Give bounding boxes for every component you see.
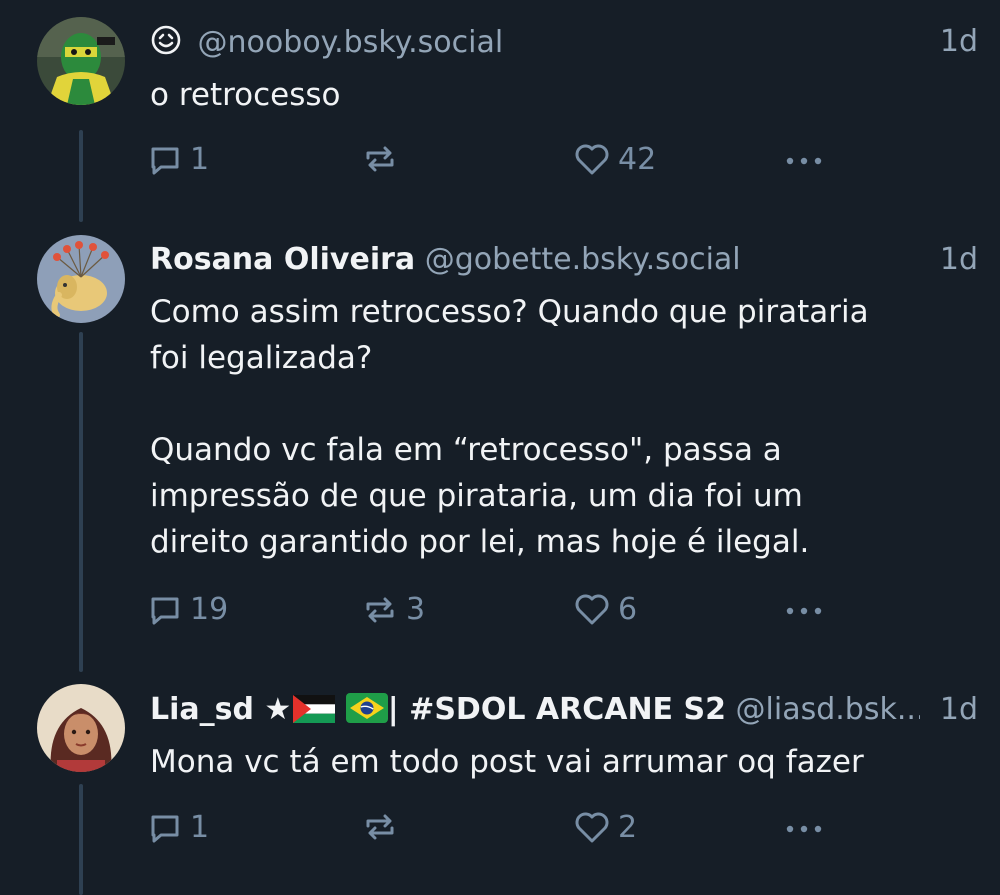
post-actions: 19 3 6: [0, 592, 1000, 632]
like-button[interactable]: 42: [574, 142, 656, 177]
post[interactable]: Rosana Oliveira @gobette.bsky.social 1d …: [0, 222, 1000, 672]
post-actions: 1 2: [0, 810, 1000, 850]
brazil-flag-icon: [345, 693, 388, 732]
post-text: Mona vc tá em todo post vai arrumar oq f…: [150, 744, 864, 780]
reply-count: 1: [190, 810, 210, 845]
post-text: o retrocesso: [150, 77, 341, 113]
author-handle[interactable]: @nooboy.bsky.social: [198, 25, 504, 60]
reply-icon: [151, 597, 179, 624]
ellipsis-icon: [786, 157, 822, 165]
author-display-name[interactable]: Lia_sd ★ | #SDOL ARCANE S2: [150, 692, 726, 727]
author-handle[interactable]: @gobette.bsky.social: [425, 242, 741, 277]
more-options-button[interactable]: [782, 142, 826, 176]
reply-button[interactable]: 1: [148, 810, 209, 845]
post-text: Como assim retrocesso? Quando que pirata…: [150, 294, 869, 560]
post-header: Rosana Oliveira @gobette.bsky.social: [150, 242, 920, 278]
like-button[interactable]: 6: [574, 592, 637, 627]
repost-icon: [366, 146, 394, 172]
post-header: Lia_sd ★ | #SDOL ARCANE S2 @liasd.bsk...: [150, 692, 920, 732]
more-options-button[interactable]: [782, 810, 826, 844]
illustrated-character-avatar: [37, 684, 125, 772]
reply-icon: [151, 815, 179, 842]
palestine-flag-icon: [293, 695, 336, 732]
post-time[interactable]: 1d: [940, 692, 978, 728]
ellipsis-icon: [786, 825, 822, 833]
author-display-name[interactable]: Rosana Oliveira: [150, 242, 415, 277]
post[interactable]: @nooboy.bsky.social 1d o retrocesso 1 42: [0, 0, 1000, 222]
post-actions: 1 42: [0, 142, 1000, 182]
repost-button[interactable]: 3: [362, 592, 425, 627]
reply-button[interactable]: 19: [148, 592, 228, 627]
repost-button[interactable]: [362, 142, 406, 176]
heart-icon: [575, 812, 609, 842]
heart-icon: [575, 144, 609, 174]
repost-icon: [366, 597, 394, 622]
mastodon-elephant-avatar: [37, 235, 125, 323]
reply-button[interactable]: 1: [148, 142, 209, 177]
like-count: 42: [618, 142, 657, 177]
post-time[interactable]: 1d: [940, 242, 978, 278]
like-button[interactable]: 2: [574, 810, 637, 845]
like-count: 2: [618, 810, 638, 845]
more-options-button[interactable]: [782, 592, 826, 626]
smiley-status-icon: [150, 24, 182, 65]
masked-hero-avatar: [37, 17, 125, 105]
repost-icon: [366, 814, 394, 840]
post-header: @nooboy.bsky.social: [150, 24, 920, 65]
avatar[interactable]: [37, 684, 125, 772]
post[interactable]: Lia_sd ★ | #SDOL ARCANE S2 @liasd.bsk...…: [0, 672, 1000, 895]
repost-button[interactable]: [362, 810, 406, 844]
repost-count: 3: [406, 592, 426, 627]
reply-icon: [151, 147, 179, 174]
avatar[interactable]: [37, 17, 125, 105]
author-handle[interactable]: @liasd.bsk...: [736, 692, 920, 727]
reply-count: 19: [190, 592, 229, 627]
post-time[interactable]: 1d: [940, 24, 978, 60]
ellipsis-icon: [786, 607, 822, 615]
like-count: 6: [618, 592, 638, 627]
heart-icon: [575, 594, 609, 624]
avatar[interactable]: [37, 235, 125, 323]
reply-count: 1: [190, 142, 210, 177]
